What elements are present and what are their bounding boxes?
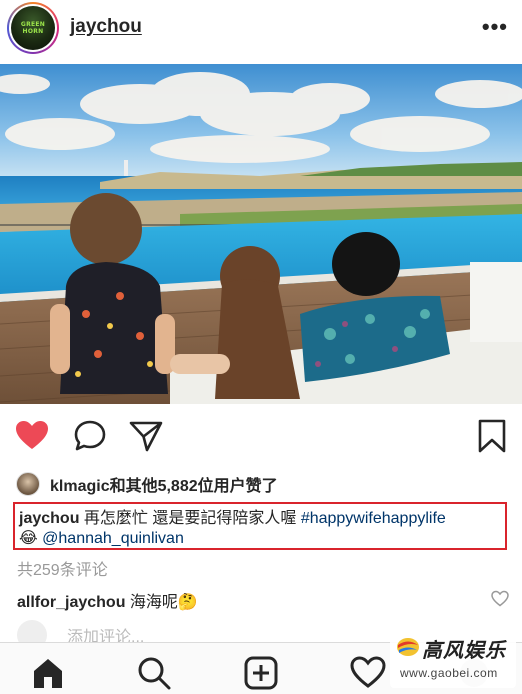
comment-row: allfor_jaychou 海海呢🤔 (17, 588, 511, 612)
likes-text: klmagic和其他5,882位用户赞了 (50, 478, 278, 495)
post-username[interactable]: jaychou (70, 16, 142, 38)
caption-text: 再怎麼忙 還是要記得陪家人喔 (79, 510, 301, 527)
paper-plane-icon[interactable] (128, 418, 164, 454)
avatar-image: GREEN HORN (11, 6, 55, 50)
heart-filled-icon[interactable] (14, 418, 50, 454)
post-actions (0, 414, 522, 460)
caption: jaychou 再怎麼忙 還是要記得陪家人喔 #happywifehappyli… (13, 502, 507, 550)
caption-emoji: 😂 (19, 530, 38, 547)
watermark-title: 高风娱乐 (422, 638, 506, 662)
watermark-url: www.gaobei.com (400, 666, 498, 680)
bookmark-icon[interactable] (474, 418, 510, 454)
avatar[interactable]: GREEN HORN (7, 2, 59, 54)
post-header: GREEN HORN jaychou ••• (0, 0, 522, 56)
liker-avatar (16, 472, 40, 496)
comment-like-icon[interactable] (491, 590, 509, 613)
home-icon[interactable] (30, 655, 66, 691)
comment-username[interactable]: allfor_jaychou (17, 594, 125, 611)
view-all-comments-link[interactable]: 共259条评论 (17, 556, 108, 580)
caption-hashtag[interactable]: #happywifehappylife (301, 510, 446, 527)
post-photo[interactable] (0, 64, 522, 404)
activity-heart-icon[interactable] (350, 655, 386, 691)
site-watermark: 高风娱乐 www.gaobei.com (390, 628, 516, 688)
more-options-icon[interactable]: ••• (482, 14, 508, 40)
caption-username[interactable]: jaychou (19, 510, 79, 527)
search-icon[interactable] (136, 655, 172, 691)
watermark-logo-icon (397, 638, 419, 656)
comment-text: 海海呢🤔 (125, 594, 198, 611)
caption-mention[interactable]: @hannah_quinlivan (42, 530, 184, 547)
comment-bubble-icon[interactable] (72, 418, 108, 454)
likes-row[interactable]: klmagic和其他5,882位用户赞了 (16, 470, 278, 498)
photo-illustration (0, 64, 522, 404)
new-post-icon[interactable] (243, 655, 279, 691)
